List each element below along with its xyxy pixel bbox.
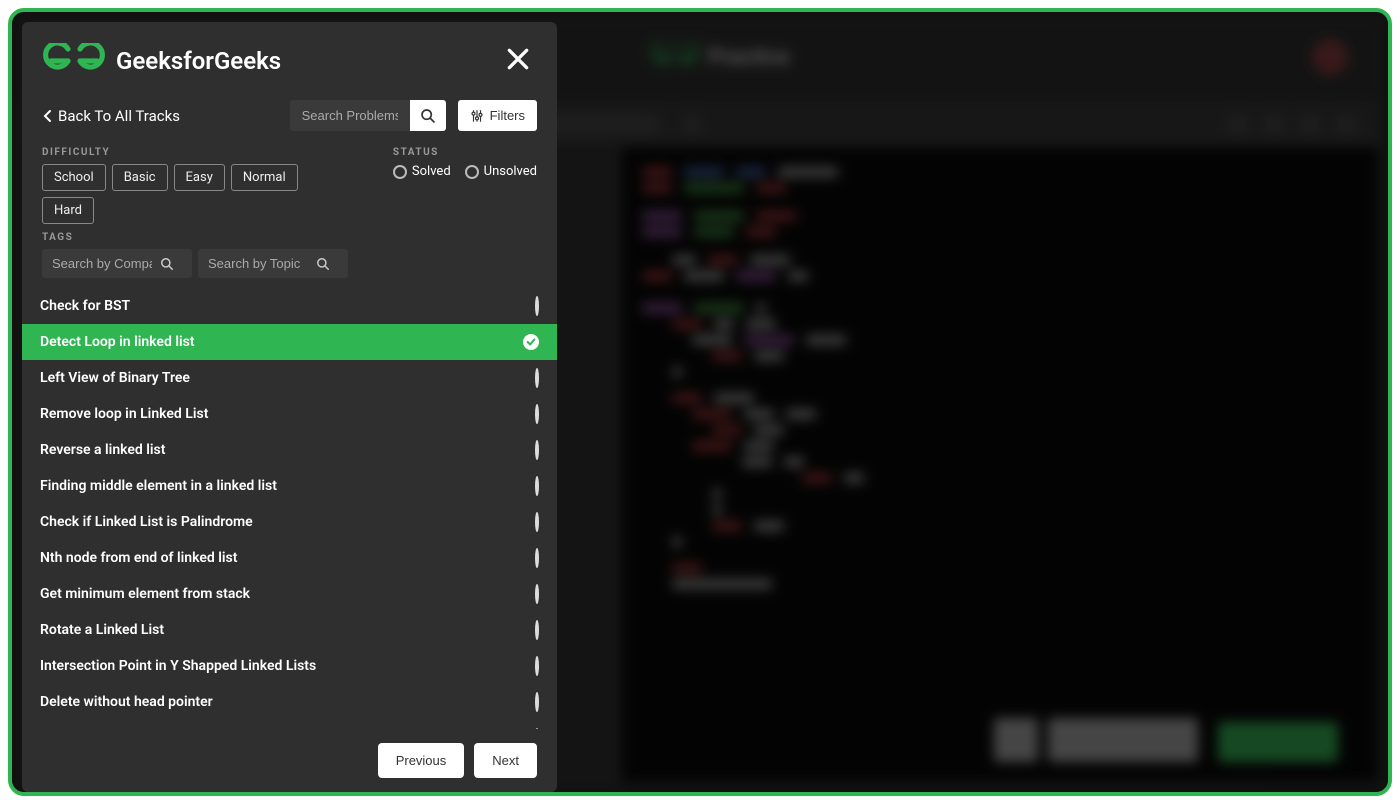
status-solved-radio[interactable]: Solved	[393, 164, 451, 179]
problem-title: Get minimum element from stack	[40, 586, 250, 602]
problem-title: Reverse a linked list	[40, 442, 165, 458]
tags-label: TAGS	[42, 232, 537, 243]
problem-item[interactable]: Remove loop in Linked List	[22, 396, 557, 432]
previous-button[interactable]: Previous	[378, 743, 465, 778]
search-icon	[160, 257, 174, 271]
problem-item[interactable]: Determine if Two Trees are Identical	[22, 720, 557, 729]
difficulty-easy[interactable]: Easy	[174, 164, 225, 191]
back-to-tracks-link[interactable]: Back To All Tracks	[42, 107, 180, 125]
problem-title: Detect Loop in linked list	[40, 334, 195, 350]
radio-icon	[465, 165, 479, 179]
difficulty-hard[interactable]: Hard	[42, 197, 94, 224]
status-label: STATUS	[393, 147, 537, 158]
unsolved-icon	[535, 622, 539, 638]
problem-item[interactable]: Detect Loop in linked list	[22, 324, 557, 360]
unsolved-icon	[535, 694, 539, 710]
problem-title: Intersection Point in Y Shapped Linked L…	[40, 658, 316, 674]
difficulty-school[interactable]: School	[42, 164, 106, 191]
unsolved-icon	[535, 406, 539, 422]
filters-button[interactable]: Filters	[458, 100, 537, 131]
radio-icon	[393, 165, 407, 179]
problem-title: Check if Linked List is Palindrome	[40, 514, 253, 530]
problem-item[interactable]: Get minimum element from stack	[22, 576, 557, 612]
filters-icon	[470, 109, 484, 123]
chevron-left-icon	[42, 109, 52, 123]
solved-icon	[523, 334, 539, 350]
problem-title: Remove loop in Linked List	[40, 406, 208, 422]
problem-item[interactable]: Nth node from end of linked list	[22, 540, 557, 576]
brand-name: GeeksforGeeks	[116, 47, 281, 75]
problem-item[interactable]: Rotate a Linked List	[22, 612, 557, 648]
unsolved-icon	[535, 550, 539, 566]
unsolved-icon	[535, 478, 539, 494]
difficulty-normal[interactable]: Normal	[231, 164, 298, 191]
problem-title: Finding middle element in a linked list	[40, 478, 277, 494]
status-unsolved-radio[interactable]: Unsolved	[465, 164, 537, 179]
gfg-logo-icon	[42, 43, 106, 79]
close-icon	[505, 46, 531, 72]
problem-title: Delete without head pointer	[40, 694, 213, 710]
brand-logo: GeeksforGeeks	[42, 43, 281, 79]
problem-title: Nth node from end of linked list	[40, 550, 237, 566]
problem-item[interactable]: Left View of Binary Tree	[22, 360, 557, 396]
problem-item[interactable]: Check if Linked List is Palindrome	[22, 504, 557, 540]
problem-item[interactable]: Reverse a linked list	[22, 432, 557, 468]
search-button[interactable]	[410, 100, 446, 131]
problem-item[interactable]: Delete without head pointer	[22, 684, 557, 720]
unsolved-icon	[535, 586, 539, 602]
track-problems-panel: GeeksforGeeks Back To All Tracks	[22, 22, 557, 792]
unsolved-icon	[535, 298, 539, 314]
problem-item[interactable]: Finding middle element in a linked list	[22, 468, 557, 504]
problem-item[interactable]: Intersection Point in Y Shapped Linked L…	[22, 648, 557, 684]
search-icon	[420, 108, 436, 124]
search-topic-wrap[interactable]	[198, 249, 348, 278]
unsolved-icon	[535, 514, 539, 530]
search-icon	[316, 257, 330, 271]
search-company-wrap[interactable]	[42, 249, 192, 278]
difficulty-label: DIFFICULTY	[42, 147, 323, 158]
search-problems-input[interactable]	[290, 100, 410, 131]
problem-title: Check for BST	[40, 298, 130, 314]
search-company-input[interactable]	[52, 256, 152, 271]
unsolved-icon	[535, 658, 539, 674]
back-label: Back To All Tracks	[58, 107, 180, 125]
problem-list[interactable]: Check for BST Detect Loop in linked list L…	[22, 288, 557, 729]
unsolved-icon	[535, 442, 539, 458]
problem-item[interactable]: Check for BST	[22, 288, 557, 324]
difficulty-basic[interactable]: Basic	[112, 164, 168, 191]
problem-title: Rotate a Linked List	[40, 622, 164, 638]
problem-title: Left View of Binary Tree	[40, 370, 190, 386]
search-topic-input[interactable]	[208, 256, 308, 271]
close-button[interactable]	[499, 40, 537, 82]
next-button[interactable]: Next	[474, 743, 537, 778]
unsolved-icon	[535, 370, 539, 386]
